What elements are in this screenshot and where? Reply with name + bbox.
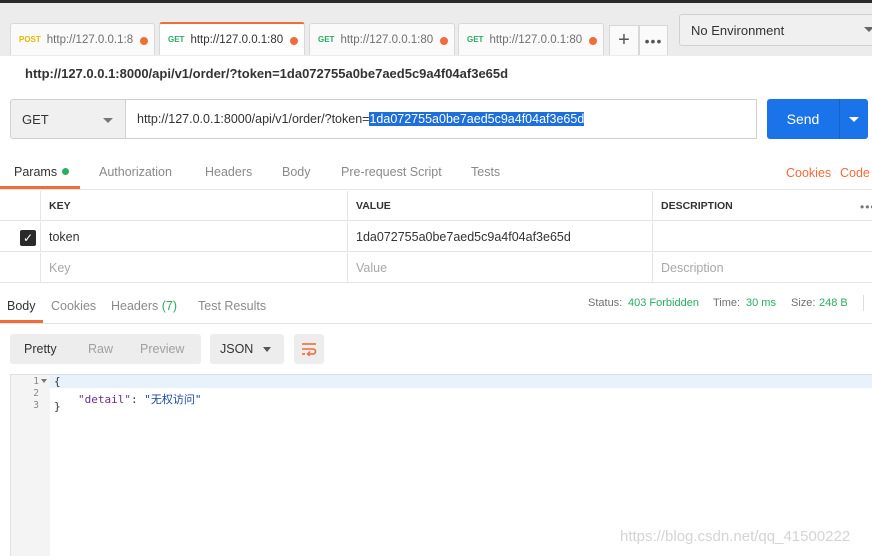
wrap-lines-icon bbox=[302, 343, 317, 356]
new-value-field[interactable]: Value bbox=[347, 253, 652, 283]
status-label: Status: bbox=[588, 297, 623, 309]
tab-url: http://127.0.0.1:80 bbox=[190, 33, 284, 46]
url-prefix: http://127.0.0.1:8000/api/v1/order/?toke… bbox=[137, 112, 370, 126]
unsaved-dot-icon bbox=[140, 37, 148, 45]
unsaved-dot-icon bbox=[290, 37, 298, 45]
size-value[interactable]: 248 B bbox=[819, 297, 848, 309]
time-value[interactable]: 30 ms bbox=[746, 297, 776, 309]
tab-method: POST bbox=[19, 35, 41, 44]
preview-button[interactable]: Preview bbox=[140, 342, 184, 356]
headers-count: (7) bbox=[161, 299, 178, 313]
size-label: Size: bbox=[791, 297, 816, 309]
param-key-cell[interactable]: token bbox=[40, 222, 347, 252]
add-tab-icon[interactable]: + bbox=[609, 25, 639, 55]
table-row: ✓ token 1da072755a0be7aed5c9a4f04af3e65d bbox=[0, 222, 872, 252]
request-tabs: Params Authorization Headers Body Pre-re… bbox=[0, 150, 872, 190]
tab-url: http://127.0.0.1:80 bbox=[489, 33, 583, 46]
tab-method: GET bbox=[467, 35, 484, 44]
code-line: "detail": "无权访问" bbox=[78, 391, 201, 407]
code-link[interactable]: Code bbox=[840, 166, 870, 180]
cookies-link[interactable]: Cookies bbox=[786, 166, 831, 180]
format-select[interactable]: JSON bbox=[210, 334, 284, 364]
active-tab-indicator bbox=[0, 186, 80, 189]
param-value-cell[interactable]: 1da072755a0be7aed5c9a4f04af3e65d bbox=[347, 222, 652, 252]
request-tab[interactable]: GET http://127.0.0.1:80 bbox=[458, 23, 604, 55]
url-input[interactable]: http://127.0.0.1:8000/api/v1/order/?toke… bbox=[125, 99, 757, 139]
tab-response-body[interactable]: Body bbox=[7, 299, 36, 313]
code-line: } bbox=[54, 400, 61, 413]
tab-label: Headers bbox=[111, 299, 159, 313]
tab-tests[interactable]: Tests bbox=[471, 165, 500, 179]
tab-headers[interactable]: Headers bbox=[205, 165, 252, 179]
request-tab[interactable]: POST http://127.0.0.1:8 bbox=[10, 23, 155, 55]
url-selected-text: 1da072755a0be7aed5c9a4f04af3e65d bbox=[369, 112, 585, 126]
time-label: Time: bbox=[713, 297, 741, 309]
response-tabs: Body Cookies Headers (7) Test Results bbox=[0, 287, 872, 324]
pretty-button[interactable]: Pretty bbox=[24, 342, 57, 356]
value-column-header: VALUE bbox=[347, 191, 652, 221]
tab-test-results[interactable]: Test Results bbox=[198, 299, 266, 313]
tab-response-cookies[interactable]: Cookies bbox=[51, 299, 96, 313]
json-value: "无权访问" bbox=[144, 393, 202, 406]
tab-body[interactable]: Body bbox=[282, 165, 311, 179]
tab-authorization[interactable]: Authorization bbox=[99, 165, 172, 179]
unsaved-dot-icon bbox=[440, 37, 448, 45]
tab-method: GET bbox=[168, 35, 185, 44]
row-checkbox-cell: ✓ bbox=[0, 222, 41, 252]
format-label: JSON bbox=[220, 342, 254, 356]
table-row-new: Key Value Description bbox=[0, 253, 872, 283]
checkbox-checked-icon[interactable]: ✓ bbox=[20, 230, 36, 246]
unsaved-dot-icon bbox=[589, 37, 597, 45]
key-column-header: KEY bbox=[40, 191, 347, 221]
method-select[interactable]: GET bbox=[10, 99, 126, 139]
params-active-dot-icon bbox=[62, 168, 70, 175]
wrap-lines-button[interactable] bbox=[294, 334, 324, 364]
request-tab-bar: POST http://127.0.0.1:8 GET http://127.0… bbox=[0, 0, 872, 56]
active-line-highlight bbox=[11, 375, 872, 388]
request-tab-active[interactable]: GET http://127.0.0.1:80 bbox=[159, 22, 305, 55]
more-options-icon[interactable]: ••• bbox=[860, 200, 872, 214]
raw-button[interactable]: Raw bbox=[88, 342, 113, 356]
chevron-down-icon bbox=[263, 347, 271, 352]
code-line: { bbox=[54, 375, 61, 388]
tab-method: GET bbox=[318, 35, 335, 44]
more-tabs-icon[interactable]: ••• bbox=[639, 25, 668, 55]
param-description-cell[interactable] bbox=[652, 222, 872, 252]
checkbox-column-header bbox=[0, 191, 41, 221]
line-number: 1 bbox=[33, 376, 39, 387]
line-number: 3 bbox=[33, 400, 39, 411]
new-description-field[interactable]: Description bbox=[652, 253, 872, 283]
tab-response-headers[interactable]: Headers (7) bbox=[111, 299, 177, 313]
send-options-button[interactable] bbox=[839, 99, 868, 139]
tab-url: http://127.0.0.1:8 bbox=[46, 33, 134, 46]
environment-select[interactable]: No Environment bbox=[679, 14, 872, 46]
chevron-down-icon bbox=[849, 117, 859, 122]
watermark: https://blog.csdn.net/qq_41500222 bbox=[620, 528, 851, 545]
json-colon: : bbox=[130, 393, 145, 406]
view-mode-group: Pretty Raw Preview bbox=[10, 334, 201, 364]
tab-prerequest-script[interactable]: Pre-request Script bbox=[341, 165, 442, 179]
status-value[interactable]: 403 Forbidden bbox=[628, 297, 699, 309]
chevron-down-icon bbox=[864, 27, 872, 32]
method-label: GET bbox=[22, 111, 49, 127]
table-header-row: KEY VALUE DESCRIPTION ••• bbox=[0, 191, 872, 221]
active-response-tab-indicator bbox=[0, 320, 43, 323]
row-checkbox-cell bbox=[0, 253, 41, 283]
send-button[interactable]: Send bbox=[767, 99, 839, 139]
divider bbox=[863, 295, 864, 311]
tab-label: Params bbox=[14, 165, 58, 179]
fold-arrow-icon[interactable] bbox=[41, 379, 47, 383]
tab-url: http://127.0.0.1:80 bbox=[340, 33, 434, 46]
environment-label: No Environment bbox=[691, 22, 785, 38]
new-key-field[interactable]: Key bbox=[40, 253, 347, 283]
line-number: 2 bbox=[33, 388, 39, 399]
tab-params[interactable]: Params bbox=[14, 165, 70, 179]
chevron-down-icon bbox=[103, 118, 113, 123]
request-title: http://127.0.0.1:8000/api/v1/order/?toke… bbox=[25, 66, 509, 81]
json-key: "detail" bbox=[78, 393, 131, 406]
request-tab[interactable]: GET http://127.0.0.1:80 bbox=[309, 23, 455, 55]
description-column-header: DESCRIPTION bbox=[652, 191, 872, 221]
